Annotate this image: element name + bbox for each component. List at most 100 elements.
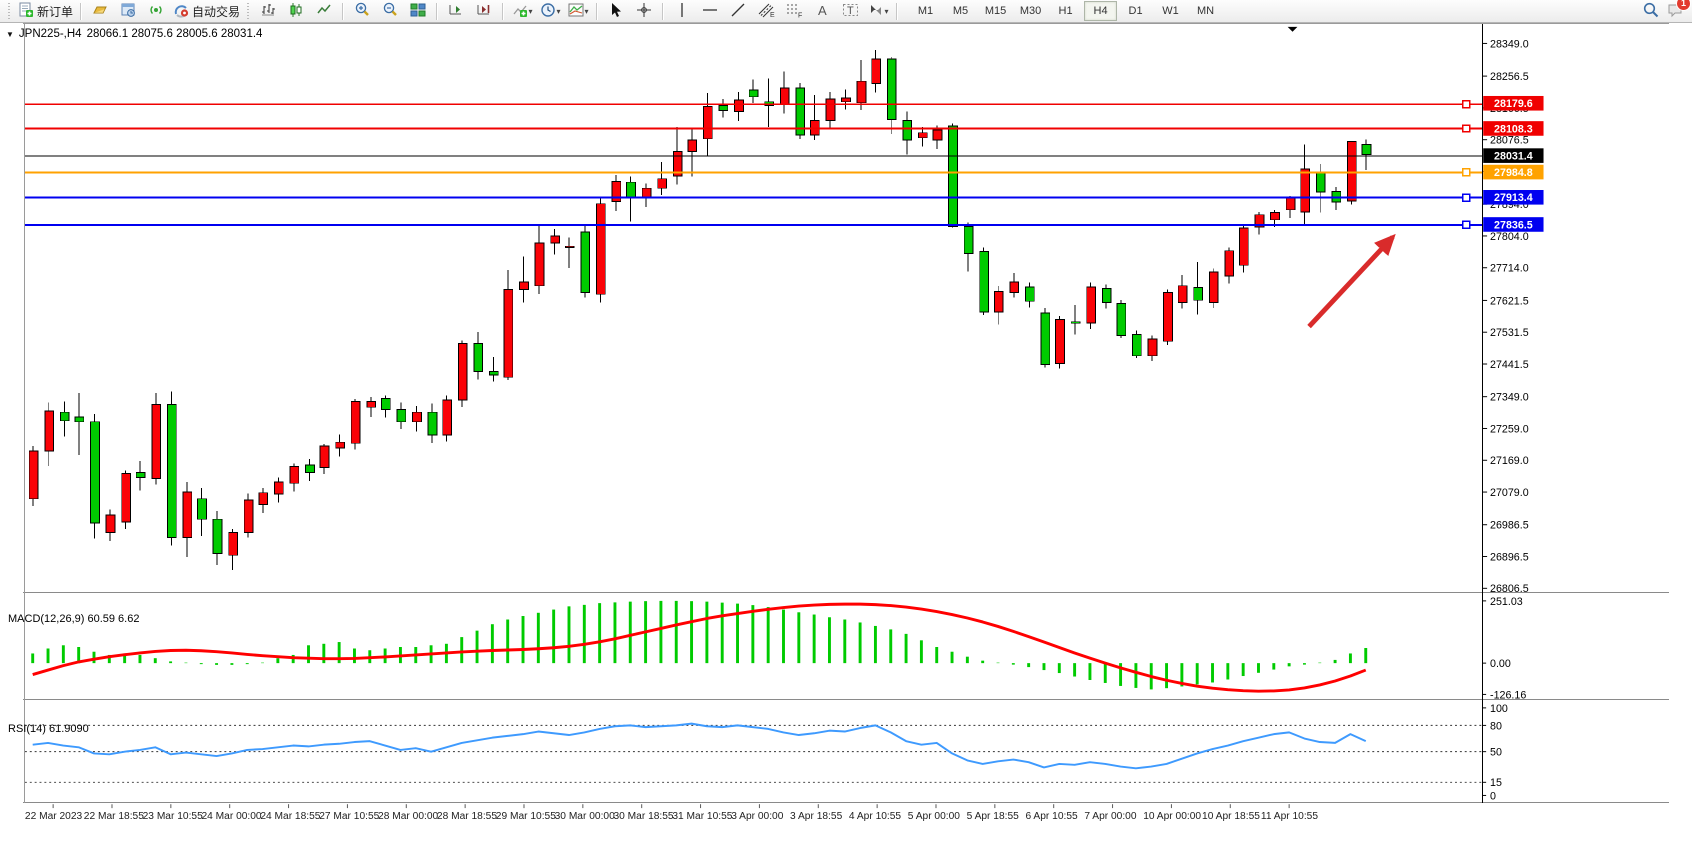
text-label-button[interactable]: T bbox=[836, 0, 864, 22]
chart-shift-button[interactable] bbox=[470, 0, 498, 22]
trendline-button[interactable] bbox=[724, 0, 752, 22]
candle-body bbox=[551, 236, 560, 243]
candle-body bbox=[1225, 251, 1234, 276]
timeframe-button-m5[interactable]: M5 bbox=[944, 1, 977, 21]
auto-trading-icon bbox=[173, 2, 189, 21]
equidistant-channel-icon: E bbox=[758, 2, 775, 21]
crosshair-button[interactable] bbox=[630, 0, 658, 22]
candle-body bbox=[1348, 142, 1357, 201]
timeframe-button-h4[interactable]: H4 bbox=[1084, 1, 1117, 21]
price-badge-label: 28179.6 bbox=[1494, 98, 1533, 110]
price-tick-label: 26896.5 bbox=[1490, 551, 1529, 563]
price-tick-label: 27804.0 bbox=[1490, 231, 1529, 243]
candlestick-chart-button[interactable] bbox=[282, 0, 310, 22]
equidistant-channel-button[interactable]: E bbox=[752, 0, 780, 22]
text-button[interactable]: A bbox=[808, 0, 836, 22]
line-drag-handle[interactable] bbox=[1463, 101, 1470, 108]
cursor-icon bbox=[609, 2, 623, 21]
candle-body bbox=[949, 126, 958, 226]
candle-body bbox=[1041, 313, 1050, 365]
price-tick-label: 27079.0 bbox=[1490, 487, 1529, 499]
templates-icon bbox=[568, 2, 584, 21]
cursor-button[interactable] bbox=[602, 0, 630, 22]
periods-button[interactable]: ▾ bbox=[536, 0, 564, 22]
candle-body bbox=[1362, 144, 1371, 154]
candle-body bbox=[1286, 197, 1295, 209]
date-label: 4 Apr 10:55 bbox=[849, 811, 902, 822]
price-badge-label: 27984.8 bbox=[1494, 167, 1533, 179]
candle-body bbox=[933, 130, 942, 140]
line-drag-handle[interactable] bbox=[1463, 125, 1470, 132]
profiles-button[interactable] bbox=[86, 0, 114, 22]
horizontal-line-button[interactable] bbox=[696, 0, 724, 22]
timeframe-toolbar: M1M5M15M30H1H4D1W1MN bbox=[908, 1, 1223, 21]
indicators-button[interactable]: ▾ bbox=[508, 0, 536, 22]
auto-scroll-button[interactable] bbox=[442, 0, 470, 22]
fibonacci-button[interactable]: F bbox=[780, 0, 808, 22]
candle-body bbox=[336, 442, 345, 448]
candle-body bbox=[627, 182, 636, 198]
auto-trading-button[interactable]: 自动交易 bbox=[170, 0, 243, 22]
separator bbox=[662, 3, 664, 20]
svg-text:T: T bbox=[847, 5, 854, 17]
candle-body bbox=[1010, 282, 1019, 293]
candle-body bbox=[1133, 335, 1142, 356]
templates-button[interactable]: ▾ bbox=[564, 0, 592, 22]
date-label: 24 Mar 00:00 bbox=[201, 811, 261, 822]
profiles-icon bbox=[92, 2, 108, 21]
candle-body bbox=[474, 343, 483, 371]
notifications-button[interactable]: 1 bbox=[1666, 1, 1684, 22]
new-order-button[interactable]: 新订单 bbox=[15, 0, 76, 22]
date-label: 22 Mar 2023 bbox=[25, 811, 83, 822]
bar-chart-button[interactable] bbox=[254, 0, 282, 22]
timeframe-button-m15[interactable]: M15 bbox=[979, 1, 1012, 21]
signals-button[interactable] bbox=[142, 0, 170, 22]
vertical-line-button[interactable] bbox=[668, 0, 696, 22]
arrows-tool-button[interactable]: ▾ bbox=[864, 0, 892, 22]
horizontal-line-icon bbox=[702, 4, 718, 19]
zoom-out-button[interactable] bbox=[376, 0, 404, 22]
market-watch-button[interactable] bbox=[114, 0, 142, 22]
candle-body bbox=[75, 417, 84, 422]
candle-body bbox=[612, 182, 621, 202]
date-label: 11 Apr 10:55 bbox=[1261, 811, 1318, 822]
price-chart-svg[interactable]: 28349.028256.528166.528076.527986.527894… bbox=[0, 23, 1692, 847]
date-label: 10 Apr 18:55 bbox=[1202, 811, 1260, 822]
candle-body bbox=[719, 106, 728, 111]
crosshair-icon bbox=[636, 2, 652, 21]
price-tick-label: 26986.5 bbox=[1490, 520, 1529, 532]
rsi-scale-label: 50 bbox=[1490, 747, 1502, 759]
separator bbox=[342, 3, 344, 20]
timeframe-button-m30[interactable]: M30 bbox=[1014, 1, 1047, 21]
candle-body bbox=[381, 398, 390, 409]
chart-background[interactable] bbox=[23, 23, 1669, 825]
candle-body bbox=[274, 482, 283, 494]
candle-body bbox=[1087, 287, 1096, 323]
candle-body bbox=[596, 204, 605, 294]
timeframe-button-mn[interactable]: MN bbox=[1189, 1, 1222, 21]
tile-windows-button[interactable] bbox=[404, 0, 432, 22]
line-drag-handle[interactable] bbox=[1463, 194, 1470, 201]
separator bbox=[502, 3, 504, 20]
svg-text:E: E bbox=[770, 12, 775, 18]
macd-scale-label: 0.00 bbox=[1490, 658, 1511, 670]
main-toolbar: 新订单 自动交易 bbox=[0, 0, 1692, 23]
candle-body bbox=[1056, 320, 1065, 364]
timeframe-button-m1[interactable]: M1 bbox=[909, 1, 942, 21]
search-icon[interactable] bbox=[1642, 1, 1660, 22]
line-chart-button[interactable] bbox=[310, 0, 338, 22]
candle-body bbox=[1178, 286, 1187, 303]
date-label: 6 Apr 10:55 bbox=[1025, 811, 1078, 822]
timeframe-button-d1[interactable]: D1 bbox=[1119, 1, 1152, 21]
toolbar-grip[interactable] bbox=[7, 3, 12, 19]
toolbar-grip[interactable] bbox=[246, 3, 251, 19]
timeframe-button-w1[interactable]: W1 bbox=[1154, 1, 1187, 21]
timeframe-button-h1[interactable]: H1 bbox=[1049, 1, 1082, 21]
chart-window[interactable]: 28349.028256.528166.528076.527986.527894… bbox=[0, 23, 1692, 847]
rsi-scale-label: 100 bbox=[1490, 703, 1508, 715]
candle-body bbox=[826, 99, 835, 121]
line-drag-handle[interactable] bbox=[1463, 221, 1470, 228]
line-drag-handle[interactable] bbox=[1463, 169, 1470, 176]
indicators-icon bbox=[512, 2, 528, 21]
zoom-in-button[interactable] bbox=[348, 0, 376, 22]
